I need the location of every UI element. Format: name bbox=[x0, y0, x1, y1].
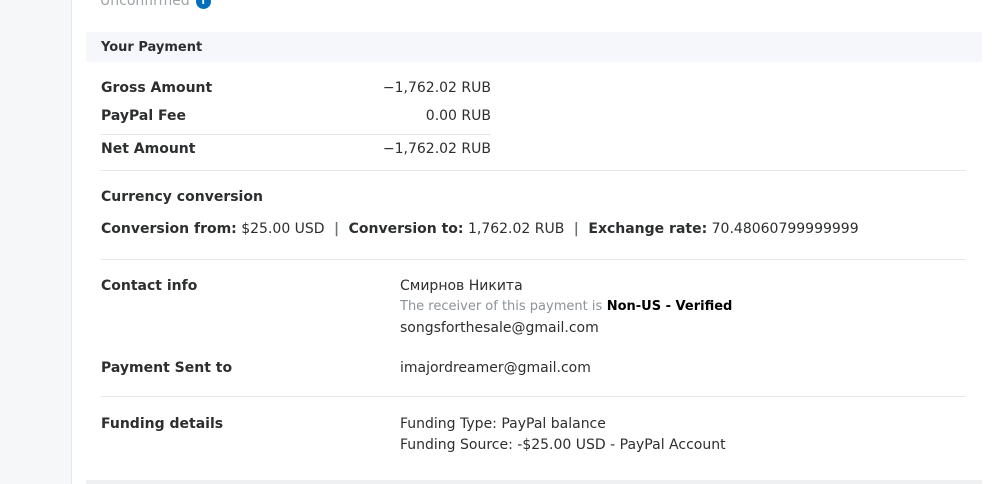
status-text: Unconfirmed bbox=[100, 0, 190, 9]
left-gutter bbox=[0, 0, 72, 484]
gross-amount-label: Gross Amount bbox=[101, 80, 213, 96]
conversion-details: Conversion from: $25.00 USD | Conversion… bbox=[101, 221, 859, 237]
exchange-rate-label: Exchange rate: bbox=[588, 221, 708, 237]
conversion-from-label: Conversion from: bbox=[101, 221, 237, 237]
contact-info-label: Contact info bbox=[101, 278, 198, 294]
funding-details-label: Funding details bbox=[101, 416, 224, 432]
info-icon[interactable]: i bbox=[195, 0, 211, 9]
net-amount-value: −1,762.02 RUB bbox=[382, 141, 491, 157]
transaction-status: Unconfirmed i bbox=[100, 0, 211, 11]
receiver-status-line: The receiver of this payment is Non-US -… bbox=[400, 298, 732, 314]
receiver-status: Non-US - Verified bbox=[606, 299, 733, 314]
conversion-to-label: Conversion to: bbox=[348, 221, 464, 237]
section-divider bbox=[100, 170, 966, 171]
contact-name: Смирнов Никита bbox=[400, 278, 523, 294]
conversion-from-value: $25.00 USD bbox=[241, 221, 325, 237]
bottom-border bbox=[86, 480, 982, 484]
conversion-to-value: 1,762.02 RUB bbox=[467, 221, 565, 237]
paypal-fee-value: 0.00 RUB bbox=[425, 108, 491, 124]
section-title: Your Payment bbox=[101, 40, 203, 55]
separator: | bbox=[573, 221, 579, 237]
funding-type: Funding Type: PayPal balance bbox=[400, 416, 606, 432]
payment-sent-to-label: Payment Sent to bbox=[101, 360, 233, 376]
section-divider bbox=[100, 259, 966, 260]
section-divider bbox=[100, 396, 966, 397]
gross-amount-value: −1,762.02 RUB bbox=[382, 80, 491, 96]
fee-divider bbox=[100, 134, 491, 135]
separator: | bbox=[334, 221, 340, 237]
net-amount-label: Net Amount bbox=[101, 141, 196, 157]
payment-sent-to-email: imajordreamer@gmail.com bbox=[400, 360, 591, 376]
funding-source: Funding Source: -$25.00 USD - PayPal Acc… bbox=[400, 437, 726, 453]
currency-conversion-title: Currency conversion bbox=[101, 189, 263, 205]
paypal-fee-label: PayPal Fee bbox=[101, 108, 187, 124]
contact-email: songsforthesale@gmail.com bbox=[400, 320, 599, 336]
your-payment-header: Your Payment bbox=[86, 32, 982, 62]
receiver-note: The receiver of this payment is bbox=[400, 299, 603, 314]
exchange-rate-value: 70.48060799999999 bbox=[711, 221, 859, 237]
